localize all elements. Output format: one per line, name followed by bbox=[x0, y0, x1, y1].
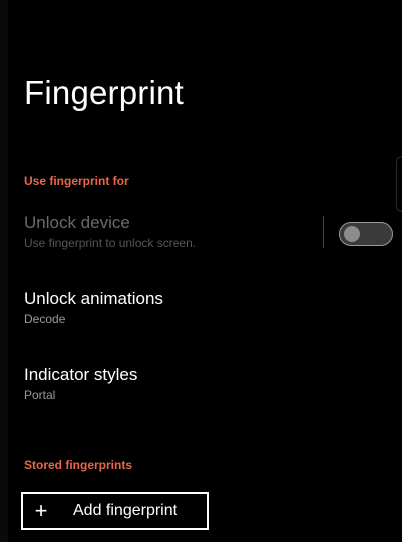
plus-icon: + bbox=[34, 498, 48, 523]
pref-indicator-styles-title: Indicator styles bbox=[24, 365, 138, 384]
page-title: Fingerprint bbox=[24, 74, 184, 111]
pref-unlock-animations-summary: Decode bbox=[24, 312, 66, 326]
left-edge-strip bbox=[0, 0, 8, 542]
unlock-device-switch[interactable] bbox=[339, 222, 393, 246]
switch-knob bbox=[344, 226, 360, 242]
section-header-use-fingerprint: Use fingerprint for bbox=[24, 174, 129, 188]
section-header-stored-fingerprints: Stored fingerprints bbox=[24, 458, 133, 472]
fingerprint-settings-screen: Fingerprint Use fingerprint for Unlock d… bbox=[0, 0, 402, 542]
toggle-divider bbox=[323, 216, 324, 248]
pref-unlock-animations-title: Unlock animations bbox=[24, 289, 163, 308]
edge-panel-handle[interactable] bbox=[396, 156, 402, 212]
pref-indicator-styles-summary: Portal bbox=[24, 388, 56, 402]
add-fingerprint-button[interactable]: + Add fingerprint bbox=[21, 492, 209, 530]
pref-unlock-animations[interactable]: Unlock animations Decode bbox=[24, 288, 394, 327]
add-fingerprint-label: Add fingerprint bbox=[73, 502, 178, 519]
pref-indicator-styles[interactable]: Indicator styles Portal bbox=[24, 364, 394, 403]
